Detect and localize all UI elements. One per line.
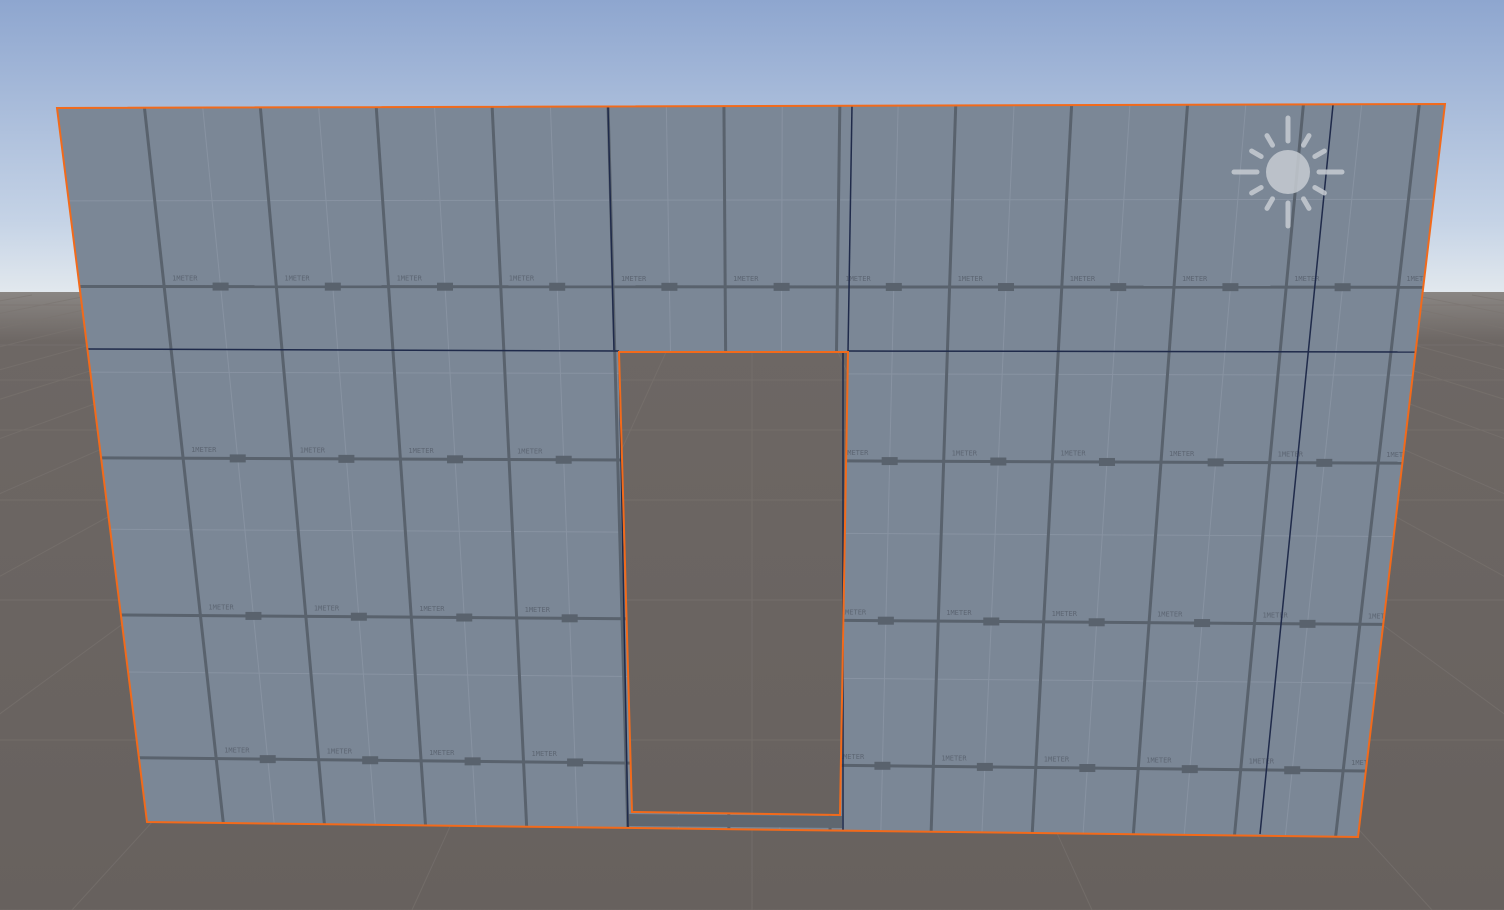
texture-label: 1METER: [1146, 757, 1172, 765]
texture-label: 1METER: [946, 609, 972, 617]
texture-label: 1METER: [1262, 611, 1288, 619]
texture-label: 1METER: [300, 447, 326, 455]
texture-label: 1METER: [224, 747, 250, 755]
texture-label: 1METER: [191, 446, 217, 454]
texture-label: 1METER: [952, 449, 978, 457]
texture-label: 1METER: [397, 275, 423, 283]
texture-label: 1METER: [1070, 275, 1096, 283]
texture-label: 1METER: [1169, 450, 1195, 458]
texture-label: 1METER: [284, 275, 310, 283]
texture-label: 1METER: [172, 275, 198, 283]
texture-label: 1METER: [208, 604, 234, 612]
texture-label: 1METER: [429, 749, 455, 757]
texture-label: 1METER: [419, 605, 445, 613]
texture-label: 1METER: [509, 275, 535, 283]
door-sill: [628, 814, 842, 828]
texture-label: 1METER: [1044, 755, 1070, 763]
texture-label: 1METER: [841, 608, 867, 616]
texture-label: 1METER: [1060, 450, 1086, 458]
texture-label: 1METER: [1278, 451, 1304, 459]
texture-label: 1METER: [941, 754, 967, 762]
texture-label: 1METER: [958, 275, 984, 283]
texture-label: 1METER: [517, 448, 543, 456]
texture-label: 1METER: [314, 604, 340, 612]
texture-label: 1METER: [1157, 611, 1183, 619]
texture-label: 1METER: [621, 275, 647, 283]
texture-label: 1METER: [408, 447, 434, 455]
texture-label: 1METER: [1182, 275, 1208, 283]
texture-label: 1METER: [733, 275, 759, 283]
texture-label: 1METER: [327, 748, 353, 756]
texture-label: 1METER: [1249, 758, 1275, 766]
texture-label: 1METER: [525, 606, 551, 614]
texture-label: 1METER: [532, 750, 558, 758]
scene-viewport[interactable]: 1METER 1METER 1METER 1METER 1METER 1METER 1MET…: [0, 0, 1504, 910]
texture-label: 1METER: [1052, 610, 1078, 618]
